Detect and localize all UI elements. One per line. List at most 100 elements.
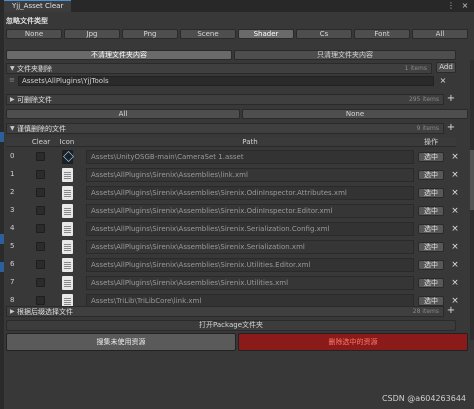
text-file-icon [62,204,73,218]
select-none-button[interactable]: None [242,109,468,119]
file-path-field[interactable]: Assets\AllPlugins\Sirenix\Assemblies\Sir… [86,276,414,290]
select-button[interactable]: 选中 [418,260,444,270]
clear-checkbox[interactable] [36,224,45,233]
select-button[interactable]: 选中 [418,278,444,288]
file-type-scene-button[interactable]: Scene [180,29,236,39]
row-index: 2 [10,188,15,196]
add-folder-button[interactable]: Add [436,62,456,73]
clear-checkbox[interactable] [36,260,45,269]
text-file-icon [62,168,73,182]
file-type-shader-button[interactable]: Shader [238,29,294,39]
not-clean-folder-button[interactable]: 不清理文件夹内容 [6,50,232,60]
file-path-field[interactable]: Assets\AllPlugins\Sirenix\Assemblies\Sir… [86,222,414,236]
clear-checkbox[interactable] [36,188,45,197]
folder-exclude-count: 1 items [404,65,427,72]
collect-unused-button[interactable]: 搜集未使用资源 [6,333,236,351]
file-path-field[interactable]: Assets\AllPlugins\Sirenix\Assemblies\Sir… [86,258,414,272]
text-file-icon [62,222,73,236]
select-button[interactable]: 选中 [418,206,444,216]
select-button[interactable]: 选中 [418,224,444,234]
ignore-types-label: 忽略文件类型 [6,17,48,25]
delete-row-icon[interactable]: × [450,168,460,182]
window-tab[interactable]: Yjj_Asset Clear [4,0,72,12]
delete-row-icon[interactable]: × [450,240,460,254]
clear-checkbox[interactable] [36,278,45,287]
file-path-field[interactable]: Assets\UnityOSGB-main\CameraSet 1.asset [86,150,414,164]
file-type-png-button[interactable]: Png [122,29,178,39]
select-button[interactable]: 选中 [418,242,444,252]
file-type-cs-button[interactable]: Cs [296,29,352,39]
pending-table-header: Clear Icon Path 操作 [6,137,456,147]
pending-files-header[interactable]: ▼ 谨慎删除的文件 9 items [6,123,444,134]
file-type-all-button[interactable]: All [412,29,468,39]
file-path-field[interactable]: Assets\AllPlugins\Sirenix\Assemblies\Sir… [86,204,414,218]
suffix-select-header[interactable]: ▶ 根据后缀选择文件 28 items [6,306,444,317]
table-row: 5 Assets\AllPlugins\Sirenix\Assemblies\Si… [6,238,459,256]
menu-icon[interactable]: ⋮ [444,0,458,12]
delete-row-icon[interactable]: × [450,276,460,290]
row-index: 8 [10,296,15,304]
clear-checkbox[interactable] [36,152,45,161]
add-suffix-icon[interactable]: + [446,306,456,316]
title-bar: Yjj_Asset Clear ⋮ × [0,0,474,12]
delete-row-icon[interactable]: × [450,150,460,164]
text-file-icon [62,240,73,254]
row-index: 3 [10,206,15,214]
deletable-files-count: 295 items [408,96,439,103]
remove-folder-icon[interactable]: × [438,76,448,86]
row-index: 6 [10,260,15,268]
close-icon[interactable]: × [458,0,472,12]
deletable-files-header[interactable]: ▶ 可删除文件 295 items [6,94,444,105]
folder-exclude-header[interactable]: ▼ 文件夹剔除 1 items [6,63,432,74]
select-button[interactable]: 选中 [418,152,444,162]
table-row: 4 Assets\AllPlugins\Sirenix\Assemblies\Si… [6,220,459,238]
file-path-field[interactable]: Assets\AllPlugins\Sirenix\Assemblies\Sir… [86,186,414,200]
drag-handle-icon[interactable]: ≡ [9,76,15,84]
table-row: 6 Assets\AllPlugins\Sirenix\Assemblies\Si… [6,256,459,274]
select-button[interactable]: 选中 [418,188,444,198]
clear-checkbox[interactable] [36,242,45,251]
delete-selected-button[interactable]: 删除选中的资源 [238,333,468,351]
file-path-field[interactable]: Assets\AllPlugins\Sirenix\Assemblies\lin… [86,168,414,182]
watermark: CSDN @a604263644 [381,394,466,403]
strip-marker [0,132,4,142]
add-deletable-icon[interactable]: + [446,94,456,104]
pending-files-count: 9 items [416,125,439,132]
text-file-icon [62,276,73,290]
strip-marker [0,262,4,272]
file-type-jpg-button[interactable]: Jpg [64,29,120,39]
row-index: 7 [10,278,15,286]
expand-icon: ▼ [10,65,15,72]
file-type-none-button[interactable]: None [6,29,62,39]
row-index: 1 [10,170,15,178]
select-button[interactable]: 选中 [418,296,444,306]
select-all-button[interactable]: All [6,109,240,119]
text-file-icon [62,186,73,200]
strip-marker [0,234,4,244]
delete-row-icon[interactable]: × [450,222,460,236]
open-package-folder-button[interactable]: 打开Package文件夹 [6,320,456,331]
delete-row-icon[interactable]: × [450,204,460,218]
folder-exclude-title: 文件夹剔除 [17,65,52,73]
text-file-icon [62,258,73,272]
delete-row-icon[interactable]: × [450,258,460,272]
clear-checkbox[interactable] [36,206,45,215]
left-strip [0,12,4,409]
file-path-field[interactable]: Assets\AllPlugins\Sirenix\Assemblies\Sir… [86,240,414,254]
table-row: 1 Assets\AllPlugins\Sirenix\Assemblies\li… [6,166,459,184]
file-type-font-button[interactable]: Font [354,29,410,39]
window-title: Yjj_Asset Clear [12,2,64,10]
clear-checkbox[interactable] [36,170,45,179]
clear-checkbox[interactable] [36,296,45,305]
vertical-scrollbar[interactable] [470,60,474,340]
only-clean-folder-button[interactable]: 只清理文件夹内容 [234,50,456,60]
table-row: 3 Assets\AllPlugins\Sirenix\Assemblies\Si… [6,202,459,220]
excluded-folder-field[interactable]: Assets\AllPlugins\YjjTools [18,76,434,86]
scrollbar-thumb[interactable] [470,150,474,210]
select-button[interactable]: 选中 [418,170,444,180]
collapse-icon: ▶ [10,96,15,103]
add-pending-icon[interactable]: + [446,123,456,133]
delete-row-icon[interactable]: × [450,186,460,200]
deletable-files-title: 可删除文件 [17,96,52,104]
asset-file-icon [62,150,73,164]
